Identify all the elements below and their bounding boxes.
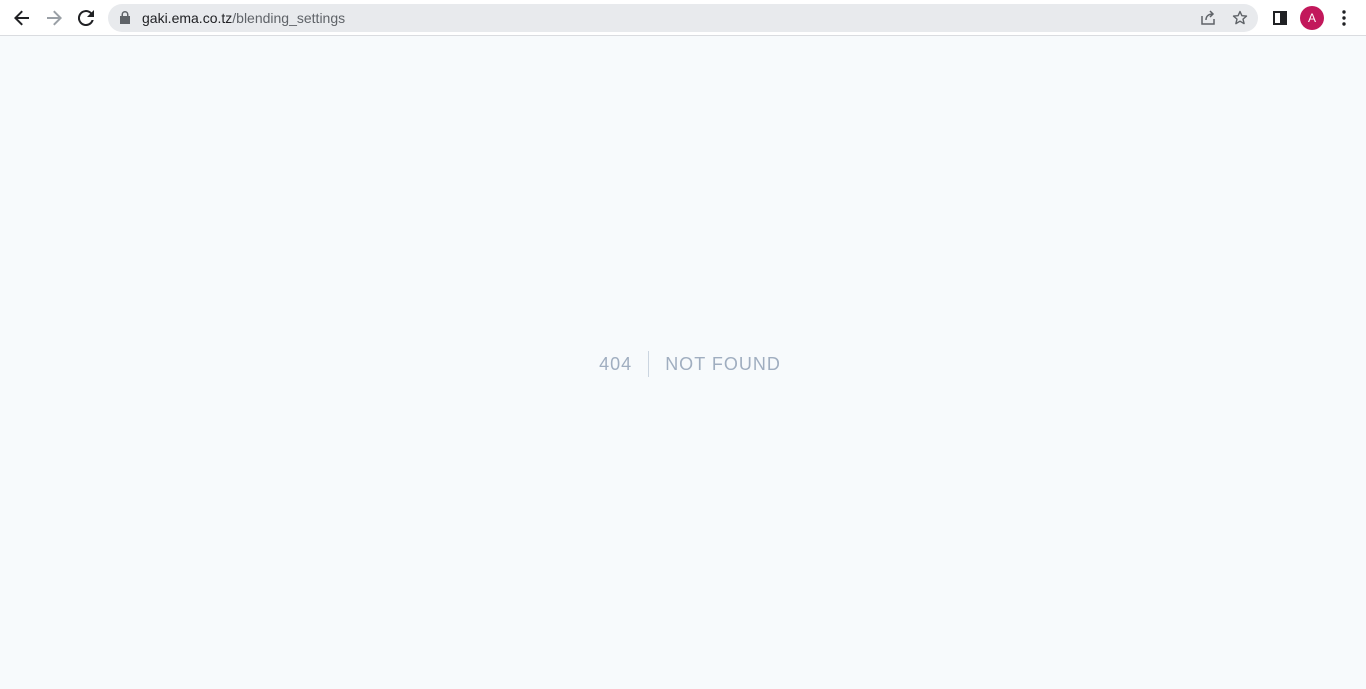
profile-avatar[interactable]: A [1300,6,1324,30]
lock-icon[interactable] [120,11,130,29]
error-page: 404 NOT FOUND [0,36,1366,689]
address-url[interactable]: gaki.ema.co.tz/blending_settings [142,4,345,32]
error-message-block: 404 NOT FOUND [599,350,781,377]
share-icon[interactable] [1198,8,1218,28]
url-path: /blending_settings [232,10,346,26]
browser-toolbar: gaki.ema.co.tz/blending_settings A [0,0,1366,36]
url-host: gaki.ema.co.tz [142,10,233,26]
star-icon[interactable] [1230,8,1250,28]
side-panel-icon[interactable] [1266,4,1294,32]
error-message: NOT FOUND [665,353,781,374]
kebab-menu-icon[interactable] [1330,4,1358,32]
back-arrow-icon[interactable] [8,4,36,32]
forward-arrow-icon[interactable] [40,4,68,32]
reload-icon[interactable] [72,4,100,32]
address-bar[interactable]: gaki.ema.co.tz/blending_settings [108,4,1258,32]
error-code: 404 [599,353,633,374]
